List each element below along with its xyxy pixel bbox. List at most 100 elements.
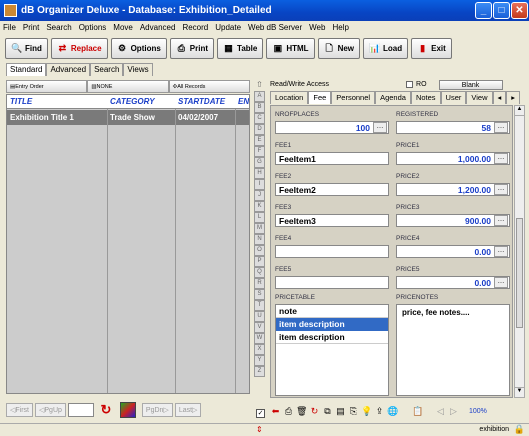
alpha-letter[interactable]: K xyxy=(254,201,265,212)
menu-search[interactable]: Search xyxy=(46,23,71,32)
pgup-button[interactable]: ◁ PgUp xyxy=(35,403,66,417)
alpha-letter[interactable]: P xyxy=(254,256,265,267)
nroplaces-more-button[interactable]: … xyxy=(373,122,387,133)
export-icon[interactable]: ⇪ xyxy=(374,406,385,417)
alpha-letter[interactable]: T xyxy=(254,300,265,311)
tab-personnel[interactable]: Personnel xyxy=(331,91,376,104)
registered-field[interactable]: 58… xyxy=(396,121,510,134)
fee1-field[interactable]: FeeItem1 xyxy=(275,152,389,165)
print-record-icon[interactable]: ⎙ xyxy=(283,406,294,417)
undo-icon[interactable]: ↻ xyxy=(309,406,320,417)
clipboard-icon[interactable]: 📋 xyxy=(412,406,423,417)
fee3-field[interactable]: FeeItem3 xyxy=(275,214,389,227)
record-number-input[interactable] xyxy=(67,403,94,417)
alpha-letter[interactable]: S xyxy=(254,289,265,300)
records-grid[interactable]: TITLE CATEGORY STARTDATE EN Exhibition T… xyxy=(6,94,250,394)
minimize-button[interactable]: _ xyxy=(475,2,492,19)
price5-field[interactable]: 0.00… xyxy=(396,276,510,289)
price2-field[interactable]: 1,200.00… xyxy=(396,183,510,196)
find-button[interactable]: 🔍 Find xyxy=(5,38,48,59)
alpha-up-icon[interactable]: ⇧ xyxy=(254,80,265,91)
alpha-letter[interactable]: L xyxy=(254,212,265,223)
replace-button[interactable]: ⇄ Replace xyxy=(50,38,108,59)
lightbulb-icon[interactable]: 💡 xyxy=(361,406,372,417)
filter-none-button[interactable]: ▧ NONE xyxy=(87,80,169,93)
alpha-letter[interactable]: M xyxy=(254,223,265,234)
alpha-letter[interactable]: H xyxy=(254,168,265,179)
load-button[interactable]: 📊 Load xyxy=(363,38,409,59)
new-button[interactable]: 🗋 New xyxy=(317,38,361,59)
list-item[interactable]: item description xyxy=(276,318,388,331)
html-button[interactable]: ▣ HTML xyxy=(266,38,315,59)
ro-checkbox[interactable] xyxy=(406,81,414,88)
alpha-letter[interactable]: C xyxy=(254,113,265,124)
menu-record[interactable]: Record xyxy=(182,23,208,32)
next-record-icon[interactable]: ▷ xyxy=(448,406,459,417)
pricenotes-textarea[interactable]: price, fee notes.... xyxy=(396,304,510,396)
all-records-button[interactable]: ✣ All Records xyxy=(168,80,250,93)
copy-icon[interactable]: ⧉ xyxy=(322,406,333,417)
paste-icon[interactable]: ▤ xyxy=(335,406,346,417)
tab-user[interactable]: User xyxy=(440,91,467,104)
price3-more-button[interactable]: … xyxy=(494,215,508,226)
alpha-letter[interactable]: A xyxy=(254,91,265,102)
nroplaces-field[interactable]: 100… xyxy=(275,121,389,134)
alpha-letter[interactable]: E xyxy=(254,135,265,146)
pricetable-list[interactable]: note item description item description xyxy=(275,304,389,396)
tab-views[interactable]: Views xyxy=(123,63,153,76)
price4-field[interactable]: 0.00… xyxy=(396,245,510,258)
alpha-letter[interactable]: R xyxy=(254,278,265,289)
alpha-letter[interactable]: D xyxy=(254,124,265,135)
price5-more-button[interactable]: … xyxy=(494,277,508,288)
fee4-field[interactable] xyxy=(275,245,389,258)
tab-scroll-right-icon[interactable]: ▸ xyxy=(506,91,521,104)
menu-update[interactable]: Update xyxy=(215,23,241,32)
tab-advanced[interactable]: Advanced xyxy=(46,63,91,76)
tab-view[interactable]: View xyxy=(466,91,493,104)
first-button[interactable]: ◁ First xyxy=(6,403,33,417)
list-item[interactable]: note xyxy=(276,305,388,318)
price3-field[interactable]: 900.00… xyxy=(396,214,510,227)
price1-field[interactable]: 1,000.00… xyxy=(396,152,510,165)
print-button[interactable]: ⎙ Print xyxy=(169,38,215,59)
alpha-letter[interactable]: N xyxy=(254,234,265,245)
maximize-button[interactable]: □ xyxy=(493,2,510,19)
arrow-left-icon[interactable]: ⬅ xyxy=(270,406,281,417)
price2-more-button[interactable]: … xyxy=(494,184,508,195)
last-button[interactable]: Last ▷ xyxy=(174,403,202,417)
tab-fee[interactable]: Fee xyxy=(308,91,332,104)
close-button[interactable]: ✕ xyxy=(511,2,528,19)
table-row[interactable]: Exhibition Title 1 Trade Show 04/02/2007 xyxy=(7,110,249,125)
list-item[interactable]: item description xyxy=(276,331,388,344)
form-scrollbar[interactable]: ▲ ▼ xyxy=(514,105,525,398)
refresh-icon[interactable]: ↻ xyxy=(98,402,114,418)
alpha-letter[interactable]: V xyxy=(254,322,265,333)
menu-print[interactable]: Print xyxy=(23,23,39,32)
alpha-letter[interactable]: I xyxy=(254,179,265,190)
table-button[interactable]: ▦ Table xyxy=(217,38,264,59)
scroll-down-icon[interactable]: ▼ xyxy=(515,387,524,397)
duplicate-icon[interactable]: ⎘ xyxy=(348,406,359,417)
fee5-field[interactable] xyxy=(275,276,389,289)
column-category[interactable]: CATEGORY xyxy=(110,97,155,106)
tab-location[interactable]: Location xyxy=(270,91,309,104)
alpha-letter[interactable]: Q xyxy=(254,267,265,278)
tab-notes[interactable]: Notes xyxy=(410,91,441,104)
menu-move[interactable]: Move xyxy=(113,23,133,32)
tab-standard[interactable]: Standard xyxy=(6,63,47,76)
tab-agenda[interactable]: Agenda xyxy=(375,91,411,104)
alpha-letter[interactable]: X xyxy=(254,344,265,355)
alpha-letter[interactable]: B xyxy=(254,102,265,113)
alpha-letter[interactable]: Z xyxy=(254,366,265,377)
alpha-letter[interactable]: J xyxy=(254,190,265,201)
price1-more-button[interactable]: … xyxy=(494,153,508,164)
menu-help[interactable]: Help xyxy=(332,23,348,32)
price4-more-button[interactable]: … xyxy=(494,246,508,257)
scroll-thumb[interactable] xyxy=(516,218,523,328)
menu-web[interactable]: Web xyxy=(309,23,325,32)
delete-icon[interactable]: 🗑 xyxy=(296,406,307,417)
alpha-letter[interactable]: O xyxy=(254,245,265,256)
column-title[interactable]: TITLE xyxy=(10,97,32,106)
scroll-up-icon[interactable]: ▲ xyxy=(515,106,524,116)
menu-file[interactable]: File xyxy=(3,23,16,32)
